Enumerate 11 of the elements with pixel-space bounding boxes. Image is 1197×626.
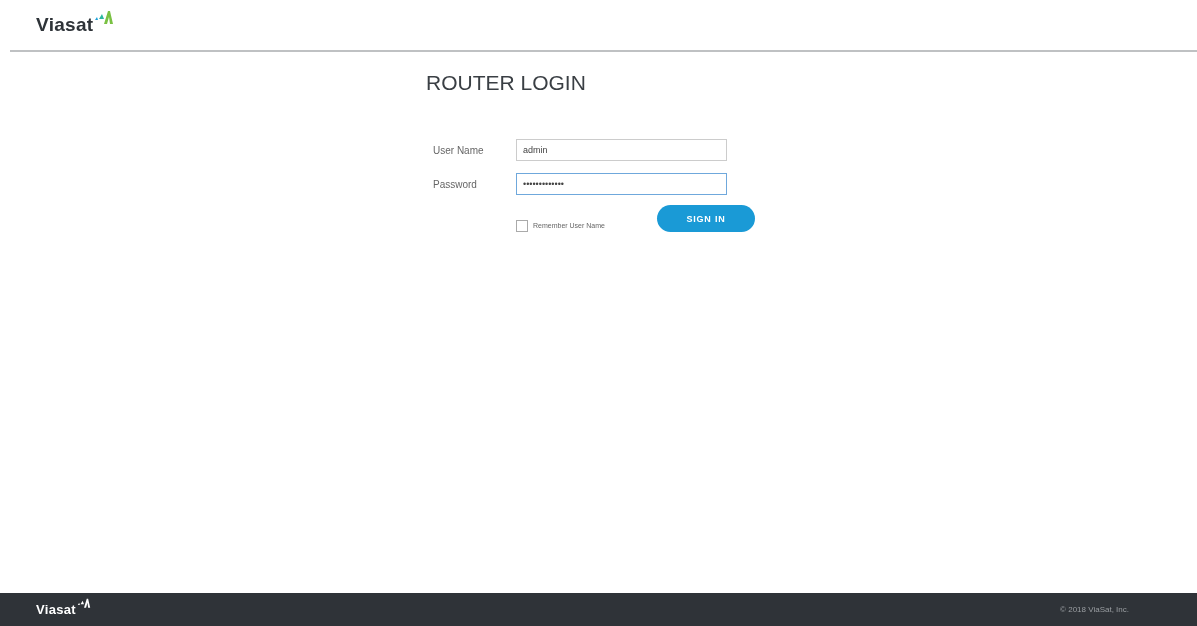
input-field[interactable]: ••••••••••••• bbox=[516, 173, 727, 195]
checkbox[interactable] bbox=[516, 219, 528, 232]
logo-mark-icon bbox=[94, 10, 115, 26]
input-field[interactable]: admin bbox=[516, 139, 727, 161]
copyright-text: © 2018 ViaSat, Inc. bbox=[1060, 605, 1129, 614]
page-title: ROUTER LOGIN bbox=[426, 71, 587, 95]
logo-text: Viasat bbox=[36, 602, 76, 617]
logo-text: Viasat bbox=[36, 14, 94, 36]
field-label: Password bbox=[433, 178, 478, 190]
logo-mark-icon bbox=[76, 598, 91, 609]
field-label: User Name bbox=[433, 144, 485, 156]
